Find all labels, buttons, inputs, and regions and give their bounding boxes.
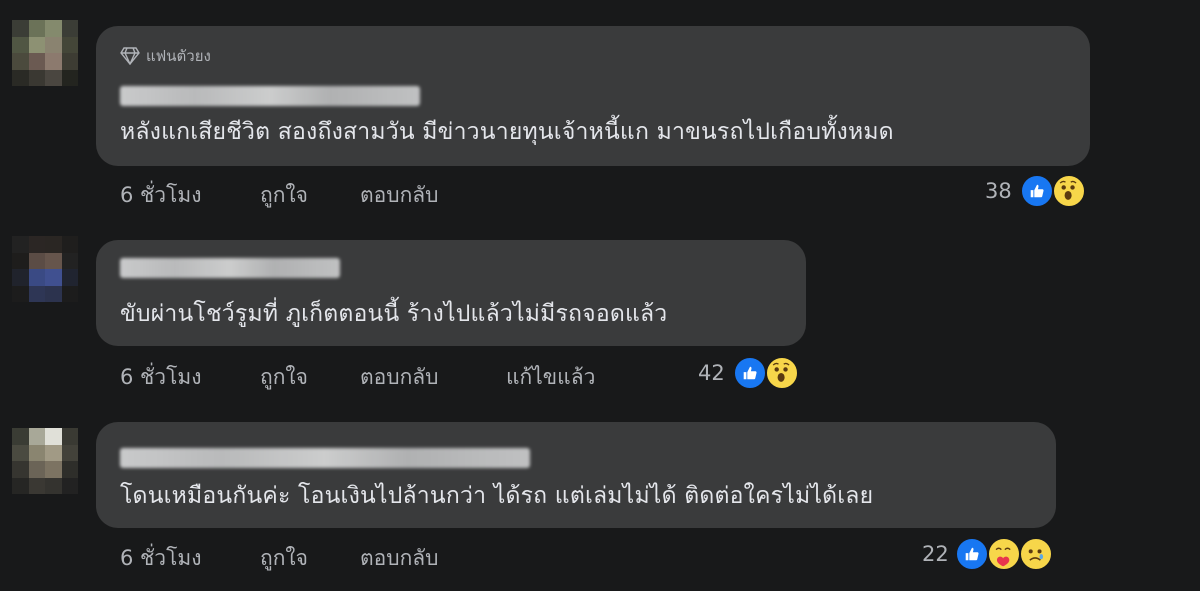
comment-text: โดนเหมือนกันค่ะ โอนเงินไปล้านกว่า ได้รถ … xyxy=(120,483,874,509)
edited-label[interactable]: แก้ไขแล้ว xyxy=(506,361,595,394)
wow-icon[interactable] xyxy=(765,356,799,390)
top-fan-badge: แฟนตัวยง xyxy=(120,44,211,68)
reaction-count[interactable]: 22 xyxy=(922,542,949,566)
comment-actions: 6 ชั่วโมง ถูกใจ ตอบกลับ แก้ไขแล้ว xyxy=(120,361,595,394)
author-name-blurred[interactable] xyxy=(120,448,530,468)
like-icon[interactable] xyxy=(1020,174,1054,208)
care-icon[interactable] xyxy=(987,537,1021,571)
comment-actions: 6 ชั่วโมง ถูกใจ ตอบกลับ xyxy=(120,179,439,212)
avatar[interactable] xyxy=(12,236,78,302)
timestamp-link[interactable]: 6 ชั่วโมง xyxy=(120,179,260,212)
wow-icon[interactable] xyxy=(1052,174,1086,208)
timestamp-link[interactable]: 6 ชั่วโมง xyxy=(120,361,260,394)
like-button[interactable]: ถูกใจ xyxy=(260,179,360,212)
like-button[interactable]: ถูกใจ xyxy=(260,542,360,575)
like-button[interactable]: ถูกใจ xyxy=(260,361,360,394)
avatar[interactable] xyxy=(12,20,78,86)
reaction-count[interactable]: 38 xyxy=(985,179,1012,203)
comment-actions: 6 ชั่วโมง ถูกใจ ตอบกลับ xyxy=(120,542,439,575)
timestamp-link[interactable]: 6 ชั่วโมง xyxy=(120,542,260,575)
like-icon[interactable] xyxy=(955,537,989,571)
avatar[interactable] xyxy=(12,428,78,494)
like-icon[interactable] xyxy=(733,356,767,390)
sad-icon[interactable] xyxy=(1019,537,1053,571)
reply-button[interactable]: ตอบกลับ xyxy=(360,179,439,212)
author-name-blurred[interactable] xyxy=(120,258,340,278)
reply-button[interactable]: ตอบกลับ xyxy=(360,542,439,575)
comment-text: ขับผ่านโชว์รูมที่ ภูเก็ตตอนนี้ ร้างไปแล้… xyxy=(120,301,668,327)
reaction-count[interactable]: 42 xyxy=(698,361,725,385)
comment-text: หลังแกเสียชีวิต สองถึงสามวัน มีข่าวนายทุ… xyxy=(120,119,894,145)
reply-button[interactable]: ตอบกลับ xyxy=(360,361,506,394)
author-name-blurred[interactable] xyxy=(120,86,420,106)
diamond-icon xyxy=(120,47,140,65)
badge-label: แฟนตัวยง xyxy=(146,47,211,65)
